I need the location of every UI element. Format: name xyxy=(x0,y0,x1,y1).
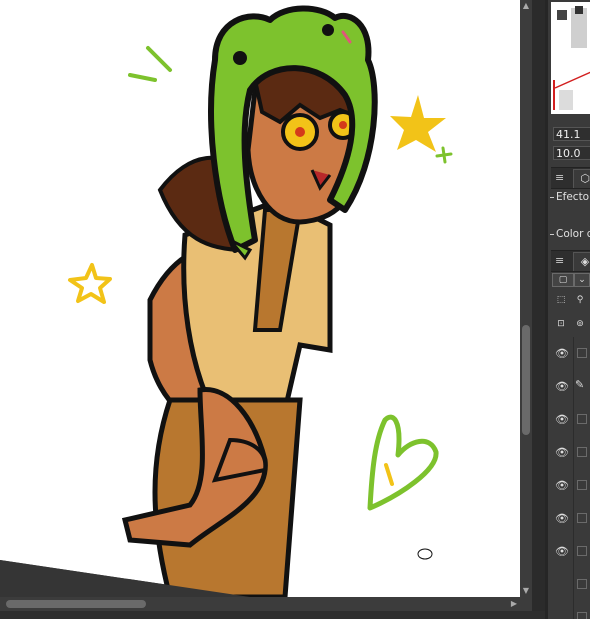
layer-lock-box[interactable] xyxy=(577,414,587,424)
right-panel: 41.1 10.0 ≡ ⬡ Efecto Color d ≡ ◈ ▢ ⌄ ⬚ ⚲… xyxy=(545,0,590,619)
rotate-value[interactable]: 10.0 xyxy=(553,146,590,160)
layers-menu-icon[interactable]: ≡ xyxy=(555,254,564,267)
properties-tabbar: ≡ ⬡ xyxy=(551,167,590,189)
zoom-value[interactable]: 41.1 xyxy=(553,127,590,141)
canvas-area[interactable] xyxy=(0,0,520,597)
effect-label: Efecto xyxy=(549,191,590,203)
layers-tabbar: ≡ ◈ xyxy=(551,250,590,272)
layer-row[interactable]: ▢ xyxy=(551,601,590,619)
layer-row[interactable]: ▢ xyxy=(551,568,590,602)
layer-mask-icon[interactable]: ⊚ xyxy=(572,318,588,332)
layer-lock-box[interactable] xyxy=(577,447,587,457)
scroll-up-icon[interactable]: ▲ xyxy=(520,0,532,12)
eye-icon[interactable]: 👁 xyxy=(555,380,569,393)
pencil-icon: ✎ xyxy=(575,378,585,391)
chevron-down-icon[interactable]: ⌄ xyxy=(574,273,590,287)
layer-lock-box[interactable] xyxy=(577,546,587,556)
layers-icon[interactable]: ◈ xyxy=(573,252,590,271)
layer-row[interactable]: 👁 xyxy=(551,337,590,371)
eye-icon[interactable]: 👁 xyxy=(555,512,569,525)
eye-icon[interactable]: 👁 xyxy=(555,446,569,459)
layer-lock-box[interactable] xyxy=(577,513,587,523)
layer-row[interactable]: 👁 xyxy=(551,535,590,569)
eye-icon[interactable]: 👁 xyxy=(555,479,569,492)
horizontal-scrollbar[interactable]: ▶ xyxy=(0,597,532,611)
blend-mode-select[interactable]: ▢ xyxy=(552,273,574,287)
eye-icon[interactable]: 👁 xyxy=(555,347,569,360)
color-label: Color d xyxy=(549,228,590,240)
layer-lock-box[interactable] xyxy=(577,348,587,358)
vertical-scrollbar[interactable]: ▲ ▼ xyxy=(520,0,532,597)
layer-row[interactable]: 👁 xyxy=(551,469,590,503)
layer-lock-box[interactable] xyxy=(577,579,587,589)
layer-property-icon[interactable]: ⬡ xyxy=(573,169,590,188)
layer-row[interactable]: 👁 ✎ xyxy=(551,370,590,404)
eye-icon[interactable]: 👁 xyxy=(555,545,569,558)
new-layer-icon[interactable]: ⊡ xyxy=(553,318,569,332)
layer-lock-box[interactable] xyxy=(577,480,587,490)
scroll-corner xyxy=(520,598,532,610)
layer-lock-box[interactable] xyxy=(577,612,587,619)
clipping-icon[interactable]: ⬚ xyxy=(553,294,569,308)
navigator-thumbnail[interactable] xyxy=(551,2,590,114)
vertical-scroll-thumb[interactable] xyxy=(522,325,530,435)
layer-row[interactable]: 👁 xyxy=(551,403,590,437)
scroll-right-icon[interactable]: ▶ xyxy=(508,598,520,610)
horizontal-scroll-thumb[interactable] xyxy=(6,600,146,608)
bottom-status-strip xyxy=(0,611,590,619)
layer-row[interactable]: 👁 xyxy=(551,502,590,536)
layer-row[interactable]: 👁 xyxy=(551,436,590,470)
hamburger-icon[interactable]: ≡ xyxy=(555,171,564,184)
artwork-canvas[interactable] xyxy=(0,0,520,597)
scroll-down-icon[interactable]: ▼ xyxy=(520,585,532,597)
eye-icon[interactable]: 👁 xyxy=(555,413,569,426)
reference-icon[interactable]: ⚲ xyxy=(572,294,588,308)
